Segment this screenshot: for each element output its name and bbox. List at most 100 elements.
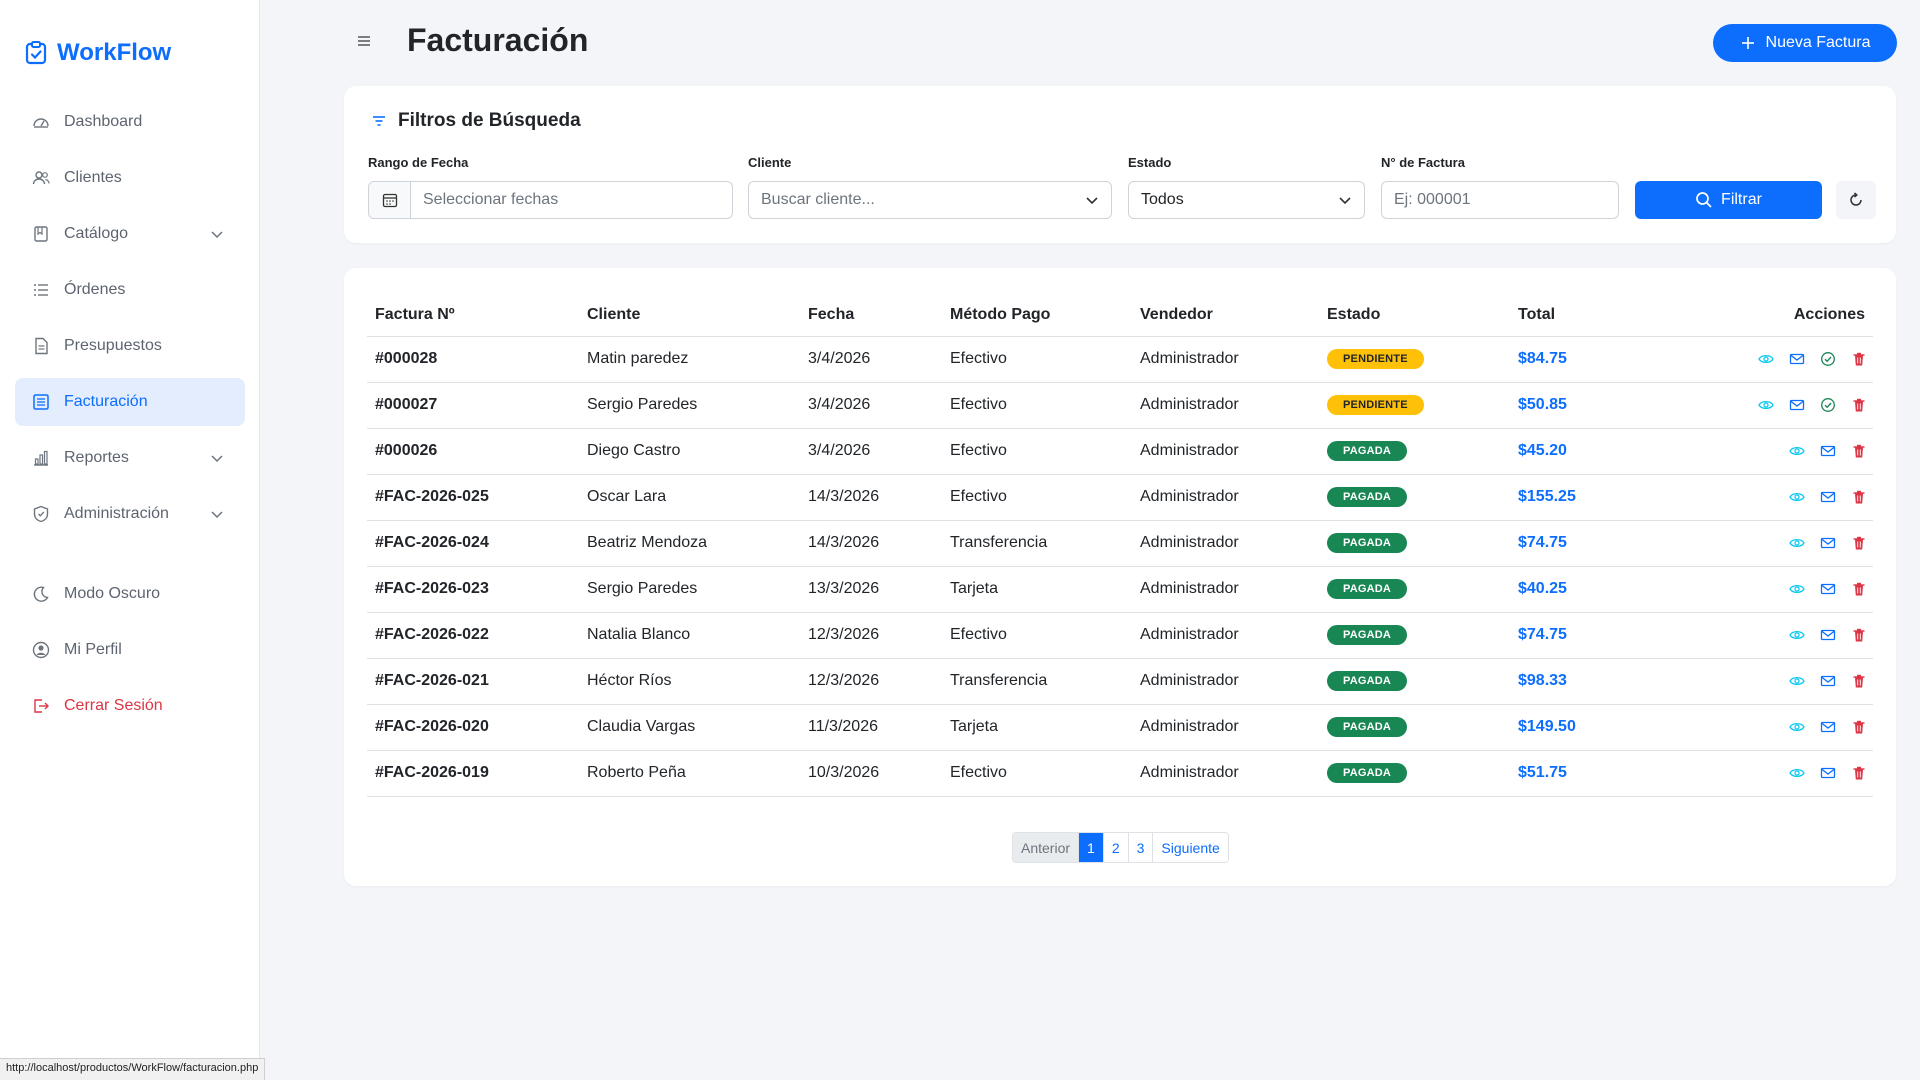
table-row: #FAC-2026-024 Beatriz Mendoza 14/3/2026 Tra… [367, 520, 1873, 567]
reset-filters-button[interactable] [1836, 181, 1876, 219]
cell-status: PAGADA [1319, 474, 1510, 521]
cell-seller: Administrador [1132, 428, 1319, 475]
pagination-page-2[interactable]: 2 [1103, 833, 1129, 862]
delete-invoice-icon[interactable] [1851, 765, 1867, 781]
pagination-next[interactable]: Siguiente [1153, 833, 1228, 862]
chevron-down-icon[interactable] [209, 506, 225, 522]
sidebar-item-catalogo[interactable]: Catálogo [15, 210, 245, 258]
delete-invoice-icon[interactable] [1851, 581, 1867, 597]
view-invoice-icon[interactable] [1789, 719, 1805, 735]
cell-payment-method: Efectivo [942, 750, 1132, 797]
chart-icon [34, 450, 48, 466]
email-invoice-icon[interactable] [1820, 443, 1836, 459]
cell-date: 14/3/2026 [800, 474, 942, 521]
shield-icon [33, 505, 49, 523]
email-invoice-icon[interactable] [1820, 673, 1836, 689]
email-invoice-icon[interactable] [1820, 627, 1836, 643]
view-invoice-icon[interactable] [1789, 673, 1805, 689]
view-invoice-icon[interactable] [1758, 397, 1774, 413]
chevron-down-icon[interactable] [209, 226, 225, 242]
view-invoice-icon[interactable] [1789, 627, 1805, 643]
email-invoice-icon[interactable] [1820, 719, 1836, 735]
delete-invoice-icon[interactable] [1851, 351, 1867, 367]
sidebar-item-reportes[interactable]: Reportes [15, 434, 245, 482]
delete-invoice-icon[interactable] [1851, 489, 1867, 505]
sidebar-item-clientes[interactable]: Clientes [15, 154, 245, 202]
view-invoice-icon[interactable] [1789, 765, 1805, 781]
invoice-number-input[interactable]: Ej: 000001 [1381, 181, 1619, 219]
cell-actions [1660, 566, 1873, 613]
cell-status: PAGADA [1319, 520, 1510, 567]
date-range-input[interactable]: Seleccionar fechas [368, 181, 733, 219]
filter-button[interactable]: Filtrar [1635, 181, 1822, 219]
cell-seller: Administrador [1132, 382, 1319, 429]
view-invoice-icon[interactable] [1789, 489, 1805, 505]
table-row: #FAC-2026-025 Oscar Lara 14/3/2026 Efectivo… [367, 474, 1873, 521]
cell-actions [1660, 382, 1873, 429]
dark-mode-toggle[interactable]: Modo Oscuro [15, 570, 245, 618]
status-select[interactable]: Todos [1128, 181, 1365, 219]
email-invoice-icon[interactable] [1820, 535, 1836, 551]
delete-invoice-icon[interactable] [1851, 535, 1867, 551]
sidebar-item-facturacion[interactable]: Facturación [15, 378, 245, 426]
client-label: Cliente [748, 155, 792, 170]
cell-client: Héctor Ríos [579, 658, 800, 705]
cell-payment-method: Efectivo [942, 612, 1132, 659]
cell-total: $74.75 [1510, 520, 1660, 567]
mark-paid-icon[interactable] [1820, 351, 1836, 367]
sidebar-item-ordenes[interactable]: Órdenes [15, 266, 245, 314]
view-invoice-icon[interactable] [1789, 443, 1805, 459]
table-header-row: Factura Nº Cliente Fecha Método Pago Ven… [367, 294, 1873, 337]
delete-invoice-icon[interactable] [1851, 397, 1867, 413]
logout-button[interactable]: Cerrar Sesión [15, 682, 245, 730]
cell-seller: Administrador [1132, 520, 1319, 567]
invoices-table-body: #000028 Matin paredez 3/4/2026 Efectivo Admi… [367, 336, 1873, 797]
view-invoice-icon[interactable] [1758, 351, 1774, 367]
hamburger-menu-icon[interactable] [355, 32, 373, 50]
delete-invoice-icon[interactable] [1851, 443, 1867, 459]
pagination-page-3[interactable]: 3 [1128, 833, 1154, 862]
email-invoice-icon[interactable] [1789, 351, 1805, 367]
plus-icon [1741, 37, 1754, 49]
delete-invoice-icon[interactable] [1851, 627, 1867, 643]
status-label: Estado [1128, 155, 1172, 170]
mark-paid-icon[interactable] [1820, 397, 1836, 413]
sidebar-item-profile[interactable]: Mi Perfil [15, 626, 245, 674]
cell-payment-method: Tarjeta [942, 566, 1132, 613]
cell-client: Claudia Vargas [579, 704, 800, 751]
cell-invoice-number: #000026 [367, 428, 579, 475]
email-invoice-icon[interactable] [1820, 489, 1836, 505]
new-invoice-button[interactable]: Nueva Factura [1713, 24, 1897, 62]
sidebar-item-dashboard[interactable]: Dashboard [15, 98, 245, 146]
table-row: #FAC-2026-023 Sergio Paredes 13/3/2026 Tarj… [367, 566, 1873, 613]
sidebar-item-administracion[interactable]: Administración [15, 490, 245, 538]
sidebar-item-label: Facturación [64, 393, 148, 410]
chevron-down-icon[interactable] [209, 450, 225, 466]
date-range-placeholder: Seleccionar fechas [423, 191, 559, 208]
cell-total: $40.25 [1510, 566, 1660, 613]
cell-actions [1660, 474, 1873, 521]
chevron-down-icon [1086, 197, 1098, 205]
email-invoice-icon[interactable] [1820, 581, 1836, 597]
col-header-fecha: Fecha [800, 294, 942, 337]
col-header-metodo: Método Pago [942, 294, 1132, 337]
invoices-table: Factura Nº Cliente Fecha Método Pago Ven… [367, 294, 1873, 797]
col-header-cliente: Cliente [579, 294, 800, 337]
sidebar-item-presupuestos[interactable]: Presupuestos [15, 322, 245, 370]
pagination-page-1[interactable]: 1 [1079, 833, 1104, 862]
sidebar-item-label: Presupuestos [64, 337, 162, 354]
email-invoice-icon[interactable] [1820, 765, 1836, 781]
sidebar-item-label: Reportes [64, 449, 129, 466]
view-invoice-icon[interactable] [1789, 581, 1805, 597]
view-invoice-icon[interactable] [1789, 535, 1805, 551]
delete-invoice-icon[interactable] [1851, 719, 1867, 735]
new-invoice-label: Nueva Factura [1765, 34, 1871, 51]
filters-title-text: Filtros de Búsqueda [398, 110, 581, 131]
email-invoice-icon[interactable] [1789, 397, 1805, 413]
client-select[interactable]: Buscar cliente... [748, 181, 1112, 219]
pagination-prev[interactable]: Anterior [1013, 833, 1080, 862]
delete-invoice-icon[interactable] [1851, 673, 1867, 689]
cell-total: $84.75 [1510, 336, 1660, 383]
brand[interactable]: WorkFlow [0, 0, 259, 80]
sidebar-item-label: Catálogo [64, 225, 129, 242]
